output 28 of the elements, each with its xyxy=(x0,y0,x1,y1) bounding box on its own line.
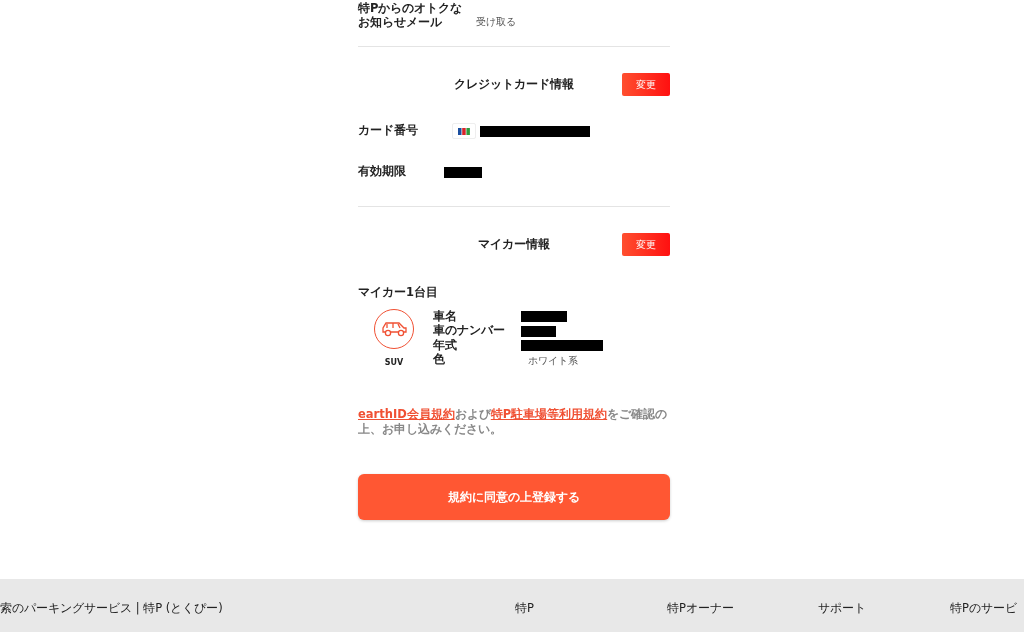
section-title: マイカー情報 xyxy=(478,236,550,253)
terms-link[interactable]: 特P駐車場等利用規約 xyxy=(490,407,608,422)
section-title: クレジットカード情報 xyxy=(454,76,574,93)
redacted-bar xyxy=(444,166,482,178)
footer-brand: 索のパーキングサービス | 特P (とくぴー) xyxy=(0,600,223,618)
footer-link[interactable]: 特Pオーナー xyxy=(667,600,734,618)
notification-value: 受け取る xyxy=(476,15,517,29)
card-brand-icon xyxy=(452,123,476,139)
redacted-bar xyxy=(521,311,567,322)
terms-text: earthID会員規約および特P駐車場等利用規約をご確認の上、お申し込みください。 xyxy=(358,407,669,438)
field-label: 車名 xyxy=(433,307,458,324)
field-label: 有効期限 xyxy=(358,163,407,181)
field-value: ホワイト系 xyxy=(528,353,578,368)
field-label: カード番号 xyxy=(358,122,419,140)
footer-link[interactable]: サポート xyxy=(818,600,866,618)
car-heading: マイカー1台目 xyxy=(358,284,439,301)
field-label: 色 xyxy=(433,351,446,369)
car-type: SUV xyxy=(384,357,404,370)
field-label: 年式 xyxy=(433,336,458,353)
footer-link[interactable]: 特Pのサービ xyxy=(950,600,1017,618)
change-button[interactable]: 変更 xyxy=(622,72,670,96)
notification-label: 特Pからのオトクな お知らせメール xyxy=(358,1,463,29)
footer-link[interactable]: 特P xyxy=(515,600,534,618)
redacted-bar xyxy=(521,325,556,337)
change-button[interactable]: 変更 xyxy=(622,232,670,256)
field-label: 車のナンバー xyxy=(433,322,506,339)
terms-link[interactable]: earthID会員規約 xyxy=(358,407,455,422)
submit-button[interactable]: 規約に同意の上登録する xyxy=(358,474,670,521)
